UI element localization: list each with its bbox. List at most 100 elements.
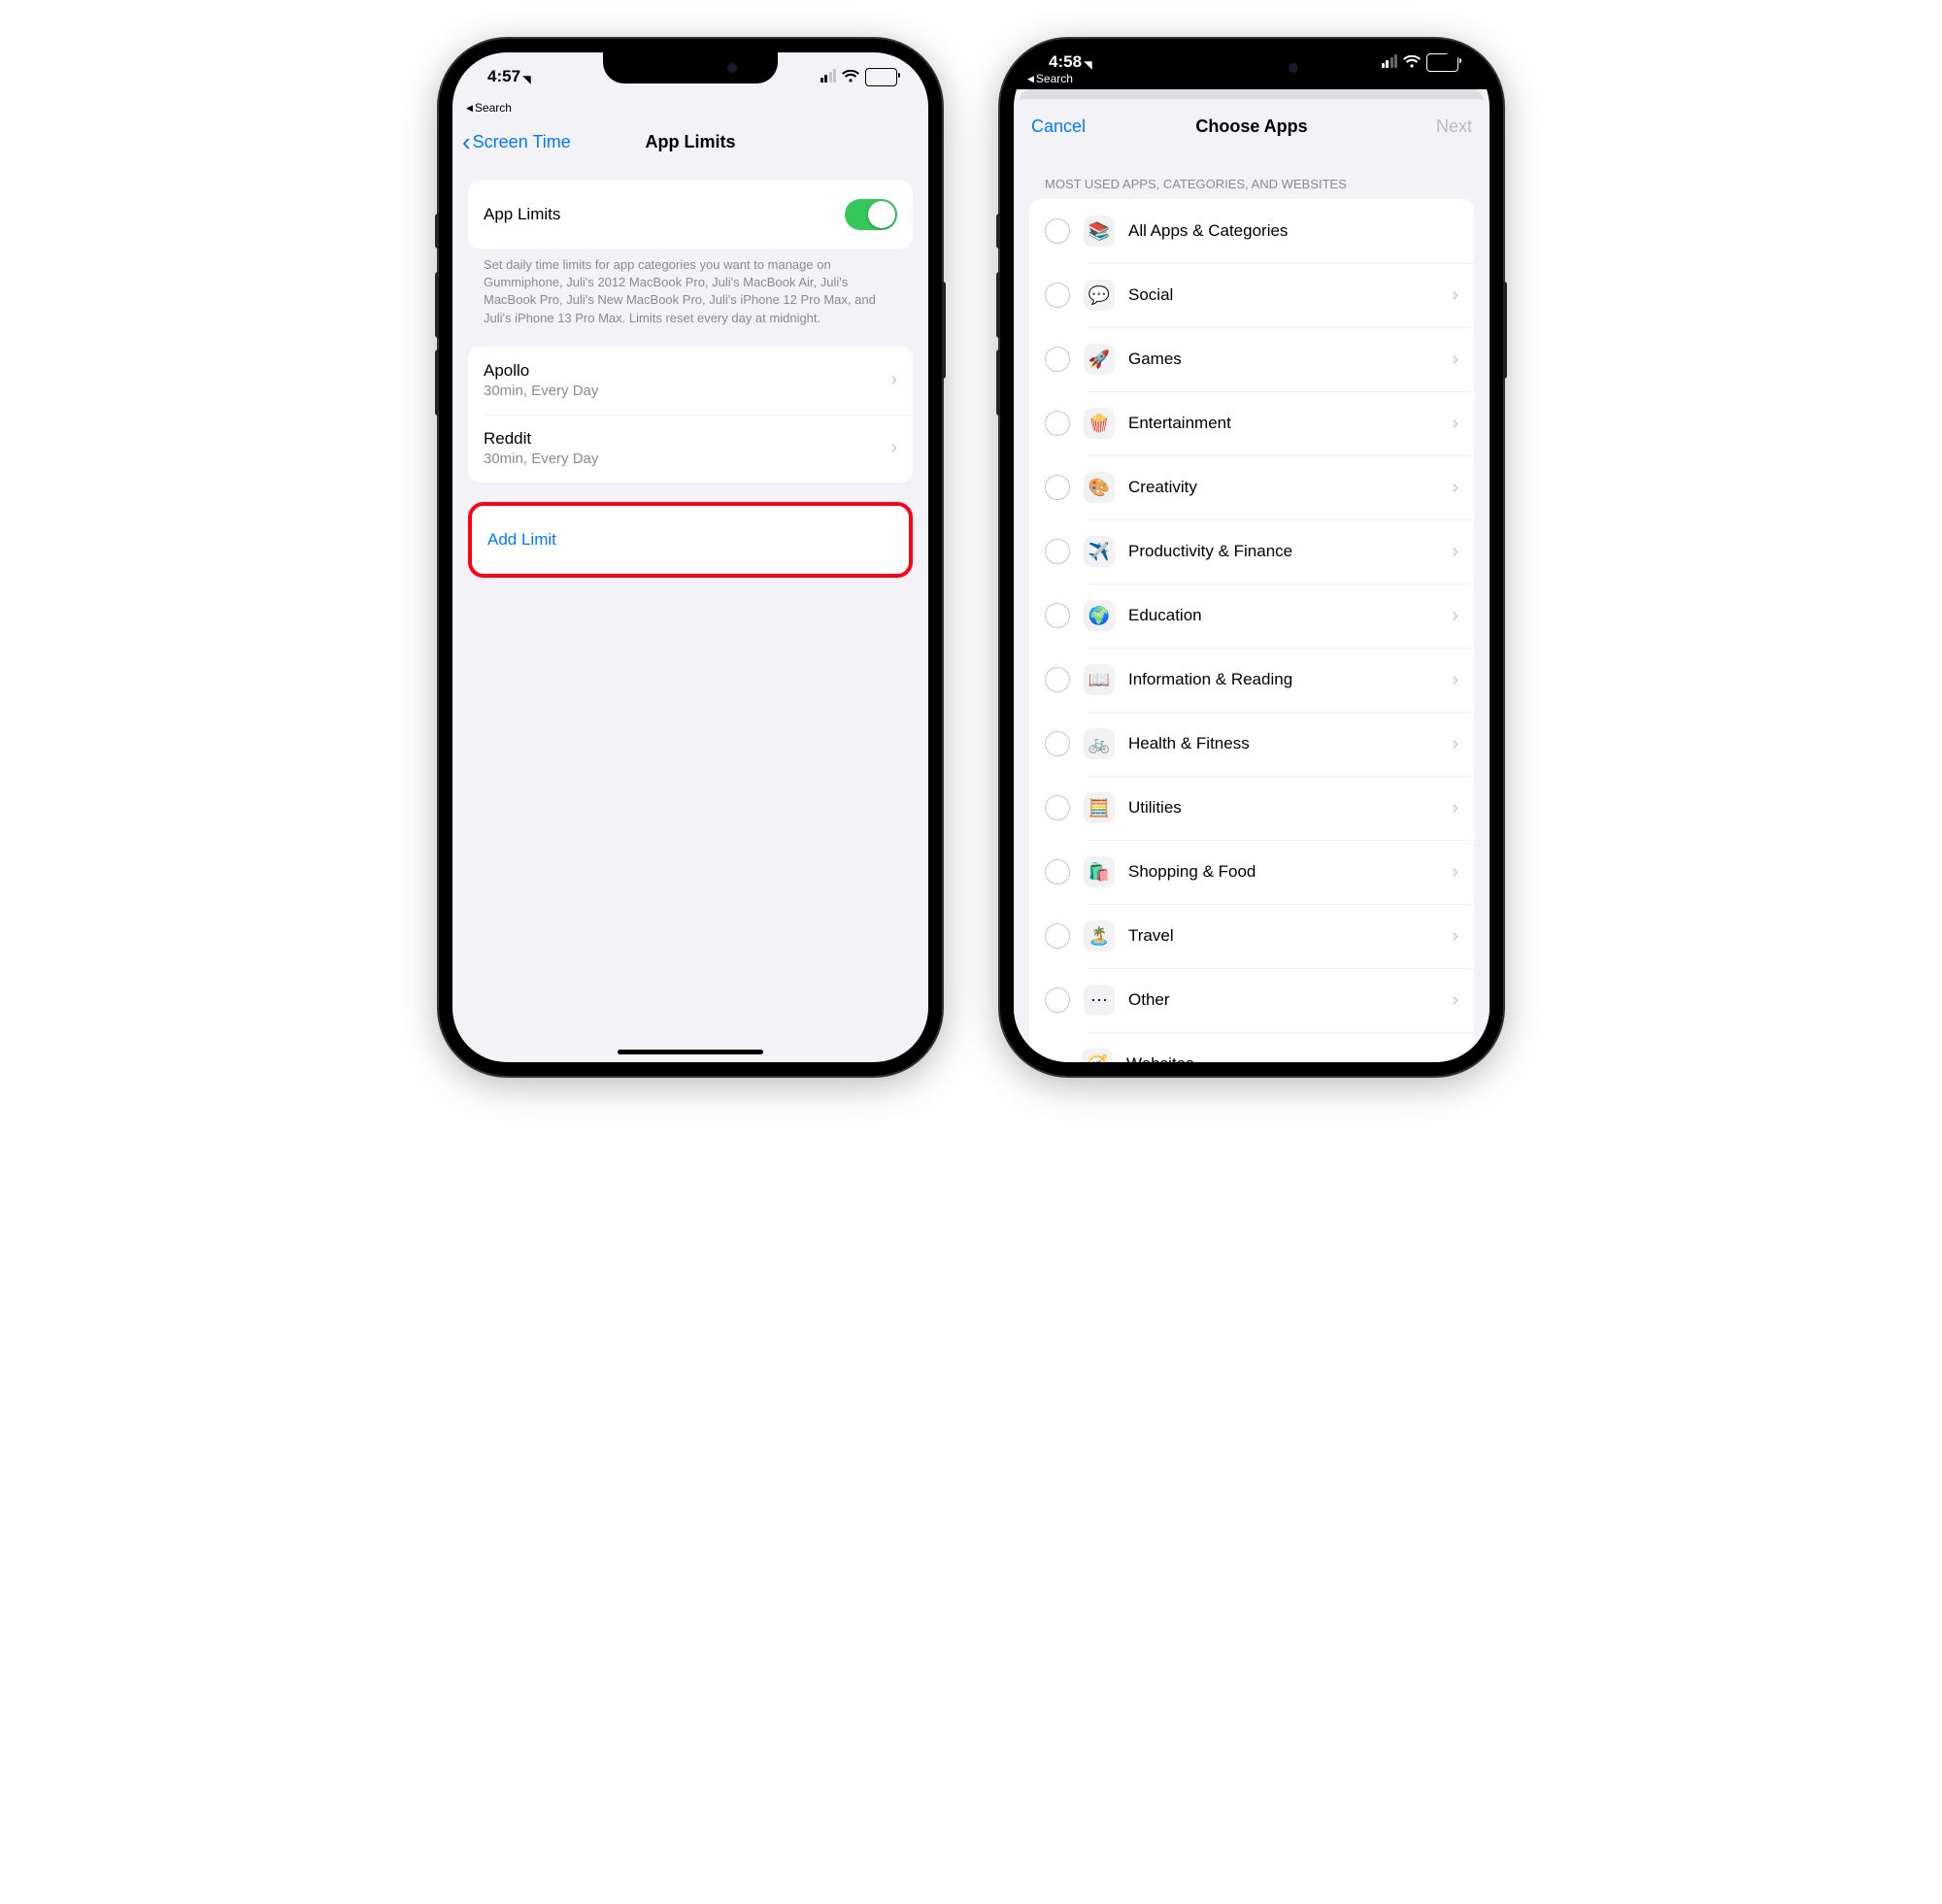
radio-unselected[interactable] [1045, 411, 1070, 436]
location-icon [1084, 53, 1100, 70]
category-icon: 🧮 [1084, 792, 1115, 823]
category-label: Games [1128, 350, 1182, 369]
limit-row[interactable]: Apollo30min, Every Day› [468, 347, 913, 415]
category-label: Websites [1126, 1054, 1194, 1062]
radio-unselected[interactable] [1045, 347, 1070, 372]
category-label: All Apps & Categories [1128, 221, 1288, 241]
chevron-right-icon: › [1452, 349, 1458, 371]
radio-unselected[interactable] [1045, 923, 1070, 949]
chevron-right-icon: › [1452, 1053, 1458, 1063]
limit-detail: 30min, Every Day [484, 451, 598, 467]
category-icon: ✈️ [1084, 536, 1115, 567]
chevron-right-icon: › [1452, 413, 1458, 435]
section-header: MOST USED APPS, CATEGORIES, AND WEBSITES [1029, 177, 1474, 199]
wifi-icon [842, 70, 859, 84]
toggle-label: App Limits [484, 205, 560, 224]
radio-unselected[interactable] [1045, 539, 1070, 564]
category-icon: 🎨 [1084, 472, 1115, 503]
category-row[interactable]: ✈️ Productivity & Finance › [1029, 519, 1474, 584]
next-button[interactable]: Next [1436, 117, 1480, 137]
radio-unselected[interactable] [1045, 987, 1070, 1013]
home-indicator[interactable] [618, 1050, 763, 1054]
screen-right: 4:58 ◀ Search Cancel [1014, 52, 1490, 1062]
limit-title: Reddit [484, 429, 598, 449]
category-label: Entertainment [1128, 414, 1231, 433]
category-row[interactable]: 🌍Education› [1029, 584, 1474, 648]
add-limit-highlight: Add Limit [468, 502, 913, 578]
modal-content: MOST USED APPS, CATEGORIES, AND WEBSITES… [1014, 153, 1490, 1062]
notch [603, 52, 778, 84]
back-triangle-icon: ◀ [1027, 74, 1034, 84]
category-row[interactable]: 🛍️Shopping & Food› [1029, 840, 1474, 904]
category-icon: 🚀 [1084, 344, 1115, 375]
radio-unselected[interactable] [1045, 795, 1070, 820]
add-limit-button[interactable]: Add Limit [472, 506, 909, 574]
choose-apps-modal: Cancel Choose Apps Next MOST USED APPS, … [1014, 99, 1490, 1062]
chevron-left-icon: ‹ [462, 129, 471, 154]
category-label: Travel [1128, 926, 1174, 946]
category-label: Productivity & Finance [1128, 542, 1292, 561]
chevron-right-icon: › [1452, 477, 1458, 499]
cancel-label: Cancel [1031, 117, 1086, 137]
category-row[interactable]: 🧭 Websites › [1029, 1032, 1474, 1062]
nav-bar: ‹ Screen Time App Limits [452, 118, 928, 165]
category-icon: 🏝️ [1084, 920, 1115, 952]
category-row[interactable]: 🎨Creativity› [1029, 455, 1474, 519]
breadcrumb-label: Search [1036, 72, 1073, 85]
limit-row[interactable]: Reddit 30min, Every Day › [468, 415, 913, 483]
category-row[interactable]: 📖Information & Reading› [1029, 648, 1474, 712]
modal-nav-bar: Cancel Choose Apps Next [1014, 99, 1490, 153]
app-limits-description: Set daily time limits for app categories… [468, 249, 913, 327]
chevron-right-icon: › [1452, 605, 1458, 627]
category-row[interactable]: 💬Social› [1029, 263, 1474, 327]
chevron-right-icon: › [1452, 541, 1458, 563]
category-icon: 🍿 [1084, 408, 1115, 439]
radio-unselected[interactable] [1045, 283, 1070, 308]
breadcrumb[interactable]: ◀ Search [452, 101, 928, 118]
modal-backdrop: Cancel Choose Apps Next MOST USED APPS, … [1014, 89, 1490, 1062]
app-limits-toggle-row[interactable]: App Limits [468, 181, 913, 249]
add-limit-label: Add Limit [487, 530, 556, 550]
chevron-right-icon: › [890, 437, 897, 459]
back-button[interactable]: ‹ Screen Time [462, 129, 571, 154]
radio-unselected[interactable] [1045, 731, 1070, 756]
next-label: Next [1436, 117, 1472, 136]
category-row[interactable]: 🍿 Entertainment › [1029, 391, 1474, 455]
category-icon: 🚲 [1084, 728, 1115, 759]
category-icon: 📖 [1084, 664, 1115, 695]
radio-unselected[interactable] [1045, 859, 1070, 885]
battery-icon [1426, 53, 1458, 72]
radio-unselected[interactable] [1045, 218, 1070, 244]
category-row[interactable]: 🏝️Travel› [1029, 904, 1474, 968]
location-icon [522, 68, 539, 84]
chevron-right-icon: › [1452, 861, 1458, 884]
category-row[interactable]: 🧮Utilities› [1029, 776, 1474, 840]
category-icon: 🧭 [1082, 1049, 1113, 1062]
status-time: 4:58 [1049, 52, 1082, 72]
category-icon: 💬 [1084, 280, 1115, 311]
wifi-icon [1403, 55, 1421, 69]
cancel-button[interactable]: Cancel [1023, 117, 1086, 137]
cellular-icon [820, 71, 837, 83]
app-limits-toggle-group: App Limits [468, 181, 913, 249]
category-label: Other [1128, 990, 1170, 1010]
category-row[interactable]: 🚀 Games › [1029, 327, 1474, 391]
battery-icon [865, 68, 897, 86]
radio-unselected[interactable] [1045, 475, 1070, 500]
radio-unselected[interactable] [1045, 667, 1070, 692]
category-row[interactable]: 🚲Health & Fitness› [1029, 712, 1474, 776]
phone-right: 4:58 ◀ Search Cancel [1000, 39, 1503, 1076]
category-row[interactable]: 📚All Apps & Categories [1029, 199, 1474, 263]
radio-unselected[interactable] [1045, 603, 1070, 628]
chevron-right-icon: › [1452, 284, 1458, 307]
category-row[interactable]: ⋯Other› [1029, 968, 1474, 1032]
limit-title: Apollo [484, 361, 598, 381]
categories-list: 📚All Apps & Categories💬Social› 🚀 Games › 🍿 En… [1029, 199, 1474, 1062]
breadcrumb-label: Search [475, 101, 512, 115]
phone-left: 4:57 ◀ Search ‹ Screen Time App Limits [439, 39, 942, 1076]
status-time: 4:57 [487, 67, 520, 86]
category-label: Education [1128, 606, 1202, 625]
app-limits-toggle[interactable] [845, 199, 897, 230]
category-label: Information & Reading [1128, 670, 1292, 689]
cellular-icon [1382, 56, 1398, 68]
